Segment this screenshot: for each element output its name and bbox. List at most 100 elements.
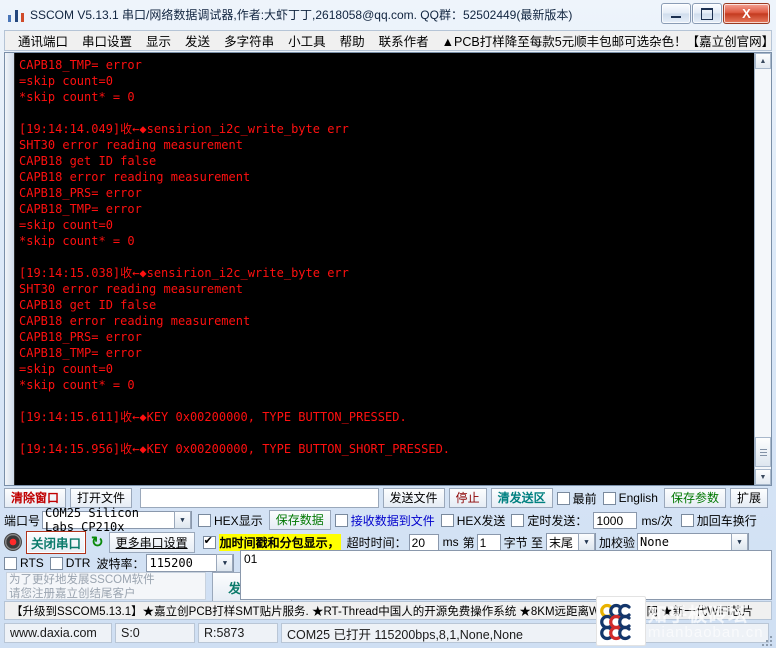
terminal-line: *skip count* = 0 (19, 378, 135, 392)
baud-select[interactable]: 115200 ▼ (146, 554, 235, 572)
registration-notice-line2: 请您注册嘉立创结尾客户 (9, 588, 136, 600)
rts-checkbox-box[interactable] (4, 556, 17, 570)
chevron-down-icon[interactable]: ▼ (731, 533, 749, 551)
baud-label: 波特率： (96, 556, 145, 571)
ms-unit-label: ms (442, 535, 459, 549)
terminal-line: [19:14:15.038]收←◆sensirion_i2c_write_byt… (19, 266, 349, 280)
menu-item-contact-author[interactable]: 联系作者 (372, 30, 436, 51)
send-text-area[interactable]: 01 (240, 550, 772, 600)
menu-item-comm-port[interactable]: 通讯端口 (11, 30, 75, 51)
resize-grip-icon[interactable] (758, 632, 772, 646)
stop-button[interactable]: 停止 (448, 488, 487, 508)
more-serial-settings-button[interactable]: 更多串口设置 (108, 531, 195, 553)
close-port-button[interactable]: 关闭串口 (26, 530, 87, 554)
timed-send-checkbox-box[interactable] (511, 513, 525, 527)
menu-item-serial-settings[interactable]: 串口设置 (75, 30, 139, 51)
open-file-button[interactable]: 打开文件 (70, 488, 133, 508)
dtr-checkbox-box[interactable] (49, 556, 63, 570)
scrollbar-track[interactable] (755, 69, 771, 469)
english-checkbox-box[interactable] (602, 491, 616, 505)
terminal-line: =skip count=0 (19, 218, 113, 232)
registration-notice-line1: 为了更好地发展SSCOM软件 (9, 574, 155, 586)
terminal-line: CAPB18 get ID false (19, 298, 157, 312)
app-logo-icon (8, 6, 24, 22)
port-select[interactable]: COM25 Silicon Labs CP210x ▼ (42, 506, 193, 534)
terminal-line: CAPB18_PRS= error (19, 330, 142, 344)
scroll-down-icon[interactable]: ▼ (755, 469, 771, 485)
dtr-checkbox[interactable]: DTR (49, 556, 90, 570)
checksum-value: None (640, 535, 669, 549)
add-crlf-checkbox-box[interactable] (680, 513, 694, 527)
refresh-icon[interactable]: ↻ (91, 533, 104, 551)
terminal-scrollbar[interactable]: ▲ ▼ (754, 53, 771, 485)
hex-display-checkbox-box[interactable] (198, 513, 212, 527)
scrollbar-thumb[interactable] (755, 437, 771, 467)
end-position-select[interactable]: 末尾 ▼ (546, 533, 596, 551)
hex-send-checkbox-box[interactable] (440, 513, 454, 527)
toolbar-row-2: 端口号 COM25 Silicon Labs CP210x ▼ HEX显示 保存… (4, 506, 772, 534)
terminal-left-rail (5, 53, 15, 485)
menu-ad-link[interactable]: ▲PCB打样降至每款5元顺丰包邮可选杂色！【嘉立创官网】 (436, 30, 776, 51)
title-bar: SSCOM V5.13.1 串口/网络数据调试器,作者:大虾丁丁,2618058… (0, 0, 776, 28)
menu-item-tools[interactable]: 小工具 (281, 30, 333, 51)
english-label: English (618, 491, 658, 505)
menu-item-display[interactable]: 显示 (139, 30, 178, 51)
file-path-input[interactable] (140, 488, 379, 508)
window-controls: X (660, 3, 770, 24)
nth-byte-input[interactable]: 1 (476, 533, 501, 551)
chevron-down-icon[interactable]: ▼ (216, 554, 234, 572)
minimize-button[interactable] (661, 3, 691, 24)
sscom-window: SSCOM V5.13.1 串口/网络数据调试器,作者:大虾丁丁,2618058… (0, 0, 776, 648)
timeout-label: 超时时间： (346, 535, 407, 550)
terminal-line: CAPB18 error reading measurement (19, 314, 251, 328)
topmost-checkbox[interactable]: 最前 (556, 490, 597, 507)
send-file-button[interactable]: 发送文件 (382, 488, 445, 508)
checksum-select[interactable]: None ▼ (637, 533, 750, 551)
rts-checkbox[interactable]: RTS (4, 556, 44, 570)
scrollbar-grip-icon (759, 447, 767, 458)
topmost-label: 最前 (572, 491, 597, 506)
menu-item-help[interactable]: 帮助 (333, 30, 372, 51)
chevron-down-icon[interactable]: ▼ (174, 511, 192, 529)
hex-send-checkbox[interactable]: HEX发送 (440, 512, 505, 529)
baud-value: 115200 (149, 556, 193, 570)
save-params-button[interactable]: 保存参数 (663, 488, 726, 508)
timeout-input[interactable]: 20 (408, 533, 439, 551)
clear-window-button[interactable]: 清除窗口 (4, 488, 67, 508)
terminal-line: CAPB18_TMP= error (19, 202, 142, 216)
hex-display-checkbox[interactable]: HEX显示 (198, 512, 263, 529)
nth-label: 第 (462, 535, 475, 550)
timestamp-checkbox-box[interactable] (202, 534, 216, 549)
terminal-line: =skip count=0 (19, 74, 113, 88)
chevron-down-icon[interactable]: ▼ (578, 533, 595, 551)
terminal-panel: CAPB18_TMP= error =skip count=0 *skip coun… (4, 52, 772, 486)
footer-ad-strip[interactable]: 【升级到SSCOM5.13.1】★嘉立创PCB打样SMT贴片服务. ★RT-Th… (4, 601, 772, 620)
add-crlf-checkbox[interactable]: 加回车换行 (680, 512, 757, 529)
menu-item-send[interactable]: 发送 (178, 30, 217, 51)
clear-send-area-button[interactable]: 清发送区 (490, 488, 553, 508)
terminal-line: CAPB18_PRS= error (19, 186, 142, 200)
save-data-button[interactable]: 保存数据 (268, 510, 331, 530)
close-button[interactable]: X (723, 3, 770, 24)
maximize-button[interactable] (692, 3, 722, 24)
scroll-up-icon[interactable]: ▲ (755, 53, 771, 69)
timestamp-checkbox[interactable]: 加时间戳和分包显示， (202, 533, 341, 551)
terminal-output[interactable]: CAPB18_TMP= error =skip count=0 *skip coun… (15, 53, 754, 485)
terminal-line: [19:14:14.049]收←◆sensirion_i2c_write_byt… (19, 122, 349, 136)
topmost-checkbox-box[interactable] (556, 491, 570, 505)
timed-send-checkbox[interactable]: 定时发送： (511, 512, 587, 529)
terminal-line: SHT30 error reading measurement (19, 138, 243, 152)
timed-send-input[interactable]: 1000 (593, 511, 638, 529)
menu-item-multi-string[interactable]: 多字符串 (217, 30, 281, 51)
extend-button[interactable]: 扩展 (729, 488, 768, 508)
recv-to-file-checkbox[interactable]: 接收数据到文件 (334, 512, 435, 529)
add-crlf-label: 加回车换行 (696, 513, 757, 528)
window-title: SSCOM V5.13.1 串口/网络数据调试器,作者:大虾丁丁,2618058… (30, 7, 573, 22)
rts-label: RTS (20, 556, 44, 570)
recv-to-file-checkbox-box[interactable] (334, 513, 348, 527)
english-checkbox[interactable]: English (602, 491, 658, 505)
terminal-line: CAPB18 error reading measurement (19, 170, 251, 184)
